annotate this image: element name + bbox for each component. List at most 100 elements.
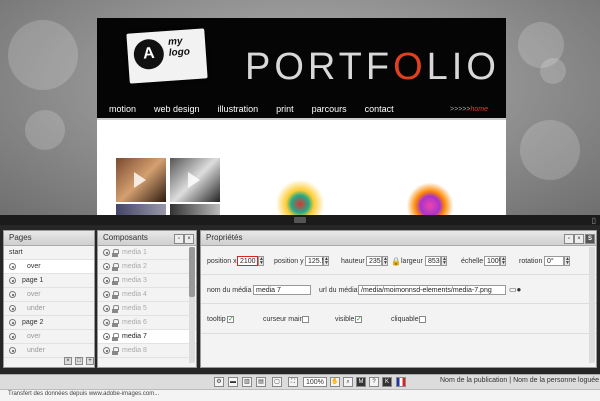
help-icon[interactable]: ? <box>369 377 379 387</box>
visibility-eye-icon[interactable] <box>103 277 110 284</box>
site-logo[interactable]: A my logo <box>126 28 208 84</box>
component-item[interactable]: media 1 <box>98 246 196 260</box>
nav-contact[interactable]: contact <box>365 104 394 114</box>
nav-web-design[interactable]: web design <box>154 104 200 114</box>
page-state-under[interactable]: under <box>4 344 94 358</box>
scrollbar-thumb[interactable] <box>189 247 195 297</box>
visibility-eye-icon[interactable] <box>103 333 110 340</box>
position-x-input[interactable]: 2100 <box>237 256 258 266</box>
mail-icon[interactable]: M <box>356 377 366 387</box>
visibility-eye-icon[interactable] <box>103 263 110 270</box>
media-thumbnail[interactable] <box>170 204 220 215</box>
collapse-icon[interactable]: ▯ <box>592 216 596 225</box>
visibility-eye-icon[interactable] <box>103 249 110 256</box>
component-item[interactable]: media 5 <box>98 302 196 316</box>
delete-page-icon[interactable]: × <box>64 357 72 365</box>
visibility-eye-icon[interactable] <box>9 277 16 284</box>
language-flag-icon[interactable] <box>396 377 406 387</box>
components-scrollbar[interactable] <box>189 247 195 363</box>
zoom-tool-icon[interactable]: ⌕ <box>343 377 353 387</box>
lock-ratio-icon[interactable]: 🔒 <box>391 257 401 266</box>
visibility-eye-icon[interactable] <box>103 291 110 298</box>
visibility-eye-icon[interactable] <box>9 319 16 326</box>
settings-icon[interactable]: ⚙ <box>214 377 224 387</box>
page-item-page1[interactable]: page 1 <box>4 274 94 288</box>
clickable-checkbox[interactable] <box>419 316 426 323</box>
component-item-selected[interactable]: media 7 <box>98 330 196 344</box>
lock-icon[interactable] <box>112 347 119 355</box>
largeur-stepper[interactable]: ▲ ▼ <box>441 256 447 266</box>
echelle-input[interactable]: 100% <box>484 256 505 266</box>
fullscreen-icon[interactable]: ⛶ <box>288 377 298 387</box>
lock-icon[interactable] <box>112 305 119 313</box>
component-item[interactable]: media 2 <box>98 260 196 274</box>
paint-splash-image[interactable] <box>407 183 453 215</box>
lock-icon[interactable] <box>112 291 119 299</box>
nav-print[interactable]: print <box>276 104 294 114</box>
website-preview[interactable]: A my logo PORTFOLIO motion web design il… <box>97 18 506 215</box>
columns-icon[interactable]: ▥ <box>242 377 252 387</box>
hauteur-input[interactable]: 235 <box>366 256 382 266</box>
hauteur-stepper[interactable]: ▲ ▼ <box>382 256 388 266</box>
visibility-eye-icon[interactable] <box>103 319 110 326</box>
media-url-input[interactable]: /media/moimonnsd-elements/media-7.png <box>358 285 506 295</box>
zoom-input[interactable]: 100% <box>303 377 327 387</box>
lock-icon[interactable] <box>112 249 119 257</box>
largeur-input[interactable]: 853 <box>425 256 441 266</box>
browse-media-icon[interactable]: ▭● <box>509 285 521 294</box>
page-state-under[interactable]: under <box>4 302 94 316</box>
panel-options-icon[interactable]: ▫ <box>174 234 184 244</box>
visibility-eye-icon[interactable] <box>9 347 16 354</box>
panel-close-icon[interactable]: × <box>574 234 584 244</box>
visibility-eye-icon[interactable] <box>103 305 110 312</box>
add-page-icon[interactable]: + <box>86 357 94 365</box>
nav-parcours[interactable]: parcours <box>312 104 347 114</box>
visible-checkbox[interactable]: ✓ <box>355 316 362 323</box>
visibility-eye-icon[interactable] <box>9 263 16 270</box>
layout-icon[interactable]: ▬ <box>228 377 238 387</box>
page-item-start[interactable]: start <box>4 246 94 260</box>
page-state-over[interactable]: over <box>4 288 94 302</box>
lock-icon[interactable] <box>112 333 119 341</box>
save-icon[interactable]: S <box>585 234 595 244</box>
component-item[interactable]: media 8 <box>98 344 196 358</box>
position-x-stepper[interactable]: ▲ ▼ <box>258 256 264 266</box>
page-item-page2[interactable]: page 2 <box>4 316 94 330</box>
media-name-input[interactable]: media 7 <box>253 285 311 295</box>
component-item[interactable]: media 3 <box>98 274 196 288</box>
nav-illustration[interactable]: illustration <box>218 104 259 114</box>
visibility-eye-icon[interactable] <box>9 305 16 312</box>
component-item[interactable]: media 6 <box>98 316 196 330</box>
resize-handle[interactable] <box>294 217 306 223</box>
media-thumbnail[interactable] <box>116 158 166 202</box>
duplicate-page-icon[interactable]: □ <box>75 357 83 365</box>
rotation-input[interactable]: 0° <box>544 256 564 266</box>
page-state-over[interactable]: over <box>4 330 94 344</box>
position-y-stepper[interactable]: ▲ ▼ <box>323 256 329 266</box>
visibility-eye-icon[interactable] <box>9 333 16 340</box>
component-item[interactable]: media 4 <box>98 288 196 302</box>
lock-icon[interactable] <box>112 277 119 285</box>
hand-tool-icon[interactable]: ✋ <box>330 377 340 387</box>
visibility-eye-icon[interactable] <box>9 291 16 298</box>
media-thumbnail[interactable] <box>116 204 166 215</box>
lock-icon[interactable] <box>112 319 119 327</box>
paint-splash-image[interactable] <box>275 180 325 215</box>
panel-close-icon[interactable]: × <box>184 234 194 244</box>
rotation-stepper[interactable]: ▲ ▼ <box>564 256 570 266</box>
nav-motion[interactable]: motion <box>109 104 136 114</box>
lock-icon[interactable] <box>112 263 119 271</box>
fit-icon[interactable]: ▢ <box>272 377 282 387</box>
cursor-hand-checkbox[interactable] <box>302 316 309 323</box>
properties-scrollbar[interactable] <box>589 247 595 363</box>
tooltip-checkbox[interactable]: ✓ <box>227 316 234 323</box>
kiosk-icon[interactable]: K <box>382 377 392 387</box>
split-icon[interactable]: ▤ <box>256 377 266 387</box>
nav-home[interactable]: >>>>>home <box>450 106 488 113</box>
panel-options-icon[interactable]: ▫ <box>564 234 574 244</box>
position-y-input[interactable]: 125.5 <box>305 256 326 266</box>
media-thumbnail[interactable] <box>170 158 220 202</box>
echelle-stepper[interactable]: ▲ ▼ <box>500 256 506 266</box>
page-state-over[interactable]: over <box>4 260 94 274</box>
visibility-eye-icon[interactable] <box>103 347 110 354</box>
